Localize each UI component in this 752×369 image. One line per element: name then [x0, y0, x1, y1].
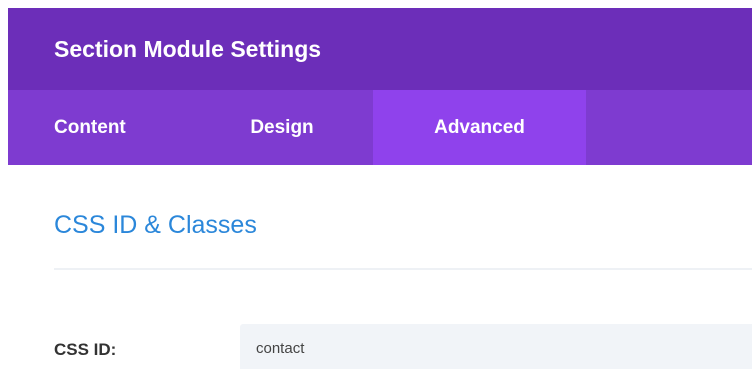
tab-advanced[interactable]: Advanced [373, 90, 586, 165]
css-id-input[interactable] [240, 324, 752, 369]
tab-design[interactable]: Design [191, 90, 373, 165]
settings-modal: Section Module Settings Content Design A… [0, 0, 752, 369]
modal-title: Section Module Settings [54, 36, 322, 62]
section-heading[interactable]: CSS ID & Classes [54, 211, 257, 240]
css-id-label: CSS ID: [54, 340, 117, 359]
section-divider [54, 268, 752, 270]
tab-bar: Content Design Advanced [8, 90, 752, 165]
modal-header: Section Module Settings [8, 8, 752, 90]
tab-content[interactable]: Content [8, 90, 191, 165]
